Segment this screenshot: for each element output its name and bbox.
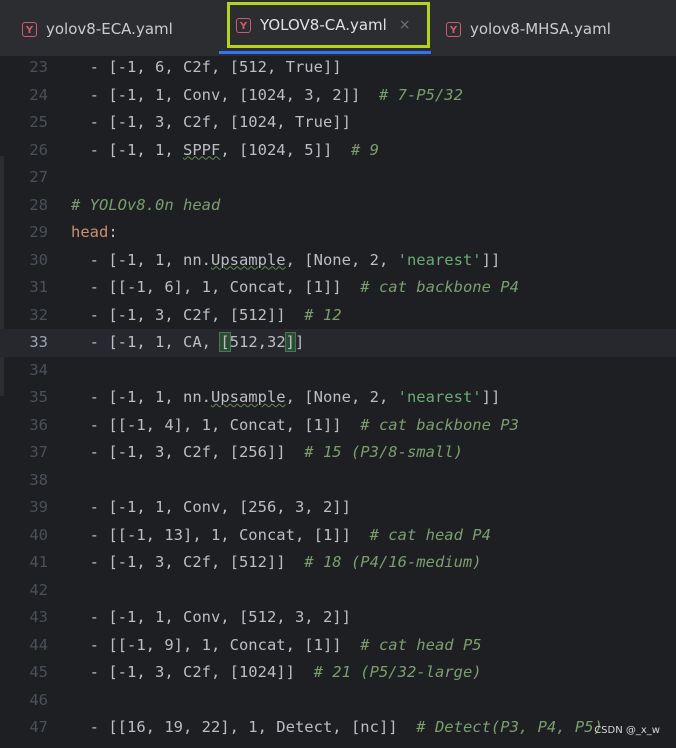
code-line[interactable]: 44 - [[-1, 9], 1, Concat, [1]] # cat hea… [0,632,676,660]
line-number: 42 [29,580,48,599]
yaml-icon: Y [446,21,461,37]
line-number: 27 [29,168,48,186]
code-line[interactable]: 31 - [[-1, 6], 1, Concat, [1]] # cat bac… [0,274,676,302]
code-line[interactable]: 41 - [-1, 3, C2f, [512]] # 18 (P4/16-med… [0,549,676,577]
line-number: 48 [0,742,48,748]
line-number: 26 [29,140,48,159]
code-line[interactable]: 28 # YOLOv8.0n head [0,192,676,220]
code-text: - [-1, 3, C2f, [256]] # 15 (P3/8-small) [71,443,463,461]
code-line[interactable]: 43 - [-1, 1, Conv, [512, 3, 2]] [0,604,676,632]
code-line[interactable]: 39 - [-1, 1, Conv, [256, 3, 2]] [0,494,676,522]
code-line[interactable]: 32 - [-1, 3, C2f, [512]] # 12 [0,302,676,330]
line-number: 30 [29,250,48,269]
line-number: 32 [29,305,48,324]
code-text: - [-1, 6, C2f, [512, True]] [71,58,342,76]
code-text: - [[-1, 9], 1, Concat, [1]] # cat head P… [71,635,482,654]
line-number: 33 [29,333,48,351]
code-text: - [-1, 3, C2f, [1024]] # 21 (P5/32-large… [71,663,482,681]
code-line[interactable]: 34 [0,357,676,385]
code-text: - [-1, 3, C2f, [1024, True]] [71,113,351,131]
line-number: 28 [29,195,48,214]
line-number: 38 [29,470,48,489]
line-number: 24 [29,85,48,104]
line-number: 39 [29,498,48,516]
code-text: - [-1, 1, nn.Upsample, [None, 2, 'neares… [71,250,501,269]
yaml-icon: Y [236,17,251,33]
code-line[interactable]: 47 - [[16, 19, 22], 1, Detect, [nc]] # D… [0,714,676,742]
code-line[interactable]: 26 - [-1, 1, SPPF, [1024, 5]] # 9 [0,137,676,165]
code-text: - [-1, 1, Conv, [512, 3, 2]] [71,608,351,626]
code-text: - [-1, 1, Conv, [256, 3, 2]] [71,498,351,516]
line-number: 44 [29,635,48,654]
code-text: - [-1, 3, C2f, [512]] # 18 (P4/16-medium… [71,553,482,571]
code-text: - [[-1, 6], 1, Concat, [1]] # cat backbo… [71,278,519,296]
code-text: head: [71,223,118,241]
code-line[interactable]: 25 - [-1, 3, C2f, [1024, True]] [0,109,676,137]
line-number: 41 [29,553,48,571]
line-number: 43 [29,608,48,626]
code-line[interactable]: 27 [0,164,676,192]
line-number: 34 [29,360,48,379]
line-number: 40 [29,525,48,544]
code-text: - [[-1, 13], 1, Concat, [1]] # cat head … [71,525,491,544]
yaml-icon: Y [22,21,37,37]
code-text: - [-1, 1, SPPF, [1024, 5]] # 9 [71,140,379,159]
line-number: 23 [29,58,48,76]
editor-tab-bar: Y yolov8-ECA.yaml Y YOLOV8-CA.yaml × Y y… [0,0,676,57]
code-line[interactable]: 42 [0,577,676,605]
code-line[interactable]: 38 [0,467,676,495]
code-text: - [-1, 3, C2f, [512]] # 12 [71,305,342,324]
code-line[interactable]: 35 - [-1, 1, nn.Upsample, [None, 2, 'nea… [0,384,676,412]
code-line[interactable]: 40 - [[-1, 13], 1, Concat, [1]] # cat he… [0,522,676,550]
code-text: # YOLOv8.0n head [71,195,221,214]
line-number: 31 [29,278,48,296]
code-text: - [-1, 1, nn.Upsample, [None, 2, 'neares… [71,388,501,406]
line-number: 25 [29,113,48,131]
code-line[interactable]: 48 [0,742,676,748]
line-number: 36 [29,415,48,434]
line-number: 46 [29,690,48,709]
code-line[interactable]: 23 - [-1, 6, C2f, [512, True]] [0,56,676,82]
code-line[interactable]: 30 - [-1, 1, nn.Upsample, [None, 2, 'nea… [0,247,676,275]
code-text: - [[-1, 4], 1, Concat, [1]] # cat backbo… [71,415,519,434]
line-number: 47 [29,718,48,736]
tab-yolov8-eca[interactable]: Y yolov8-ECA.yaml [22,4,212,54]
tab-label: yolov8-MHSA.yaml [470,20,611,38]
code-text: - [-1, 1, Conv, [1024, 3, 2]] # 7-P5/32 [71,85,463,104]
code-text: - [-1, 1, CA, [512,32]] [71,332,305,352]
code-line[interactable]: 33 - [-1, 1, CA, [512,32]] [0,329,676,357]
line-number: 35 [29,388,48,406]
code-line[interactable]: 46 [0,687,676,715]
code-line[interactable]: 37 - [-1, 3, C2f, [256]] # 15 (P3/8-smal… [0,439,676,467]
line-number: 29 [29,223,48,241]
tab-yolov8-mhsa[interactable]: Y yolov8-MHSA.yaml [446,4,646,54]
code-text: - [[16, 19, 22], 1, Detect, [nc]] # Dete… [71,718,603,736]
code-line[interactable]: 36 - [[-1, 4], 1, Concat, [1]] # cat bac… [0,412,676,440]
code-editor[interactable]: 23 - [-1, 6, C2f, [512, True]] 24 - [-1, … [0,56,676,748]
code-line[interactable]: 45 - [-1, 3, C2f, [1024]] # 21 (P5/32-la… [0,659,676,687]
active-tab-indicator [219,51,431,54]
watermark: CSDN @_x_w [594,725,660,736]
line-number: 37 [29,443,48,461]
line-number: 45 [29,663,48,681]
tab-label: yolov8-ECA.yaml [46,20,173,38]
tab-label: YOLOV8-CA.yaml [260,16,387,34]
code-line[interactable]: 29 head: [0,219,676,247]
close-icon[interactable]: × [399,17,411,33]
code-line[interactable]: 24 - [-1, 1, Conv, [1024, 3, 2]] # 7-P5/… [0,82,676,110]
tab-yolov8-ca[interactable]: Y YOLOV8-CA.yaml × [227,2,430,48]
